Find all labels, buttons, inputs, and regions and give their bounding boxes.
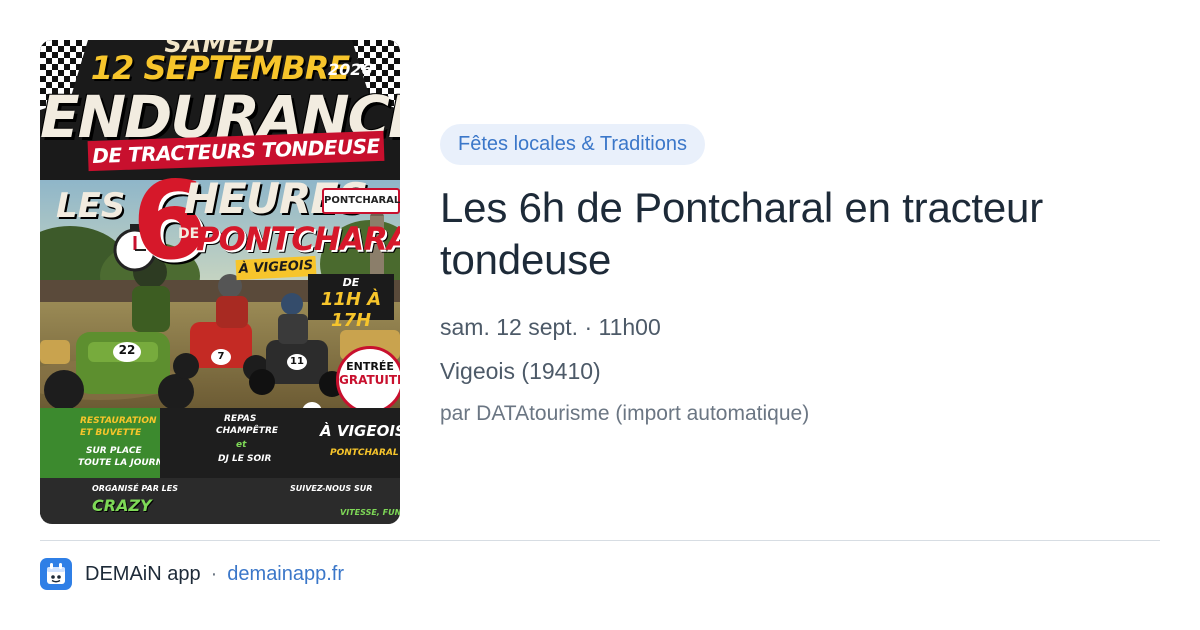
poster-organiser: ORGANISÉ PAR LES bbox=[92, 484, 178, 493]
poster-info-text: ET BUVETTE bbox=[80, 428, 142, 438]
poster-info-text: CHAMPÊTRE bbox=[216, 426, 279, 436]
poster-bottom-band: ORGANISÉ PAR LES CRAZY SUIVEZ-NOUS SUR V… bbox=[40, 478, 400, 524]
poster-info-food: RESTAURATION ET BUVETTE SUR PLACE TOUTE … bbox=[40, 408, 175, 478]
divider bbox=[40, 540, 1160, 541]
poster-info-text: RESTAURATION bbox=[80, 416, 157, 426]
poster-info-text: À VIGEOIS bbox=[320, 422, 400, 440]
poster-info-strip: RESTAURATION ET BUVETTE SUR PLACE TOUTE … bbox=[40, 408, 400, 478]
poster-hours-range: 11H À 17H bbox=[320, 289, 382, 331]
event-title[interactable]: Les 6h de Pontcharal en tracteur tondeus… bbox=[440, 182, 1160, 286]
poster-a-vigeois: À VIGEOIS bbox=[235, 255, 317, 281]
poster-crazy: CRAZY bbox=[92, 496, 152, 515]
app-domain-link[interactable]: demainapp.fr bbox=[227, 563, 344, 586]
poster-info-text: SUR PLACE bbox=[86, 446, 142, 456]
category-chip[interactable]: Fêtes locales & Traditions bbox=[440, 124, 705, 165]
poster-info-place: À VIGEOIS PONTCHARAL bbox=[284, 408, 400, 478]
event-location: Vigeois (19410) bbox=[440, 358, 601, 384]
event-source: par DATAtourisme (import automatique) bbox=[440, 402, 810, 425]
app-name: DEMAiN app bbox=[85, 562, 201, 585]
poster-kart-number: 22 bbox=[118, 343, 136, 357]
poster-info-text: PONTCHARAL bbox=[330, 448, 399, 458]
event-date: sam. 12 sept. · 11h00 bbox=[440, 314, 661, 340]
poster-road-sign: PONTCHARAL bbox=[322, 188, 400, 214]
app-logo-icon bbox=[43, 561, 69, 587]
share-card: SAMEDI 12 SEPTEMBRE 2026 ENDURANCE DE TR… bbox=[0, 0, 1200, 630]
footer-separator: · bbox=[210, 562, 218, 585]
poster-free-entry-badge: ENTRÉE GRATUITE bbox=[336, 346, 400, 414]
poster-badge-line1: ENTRÉE bbox=[346, 360, 394, 373]
poster-follow: SUIVEZ-NOUS SUR bbox=[290, 484, 373, 493]
poster-hours-de: DE bbox=[342, 276, 360, 289]
poster-kart-number: 11 bbox=[290, 356, 304, 367]
poster-hours: DE 11H À 17H bbox=[308, 274, 394, 331]
footer: DEMAiN app · demainapp.fr bbox=[40, 557, 344, 591]
poster-info-text: DJ LE SOIR bbox=[218, 454, 272, 464]
poster-slogan: VITESSE, FUN bbox=[340, 508, 400, 517]
poster-les: LES bbox=[56, 186, 126, 226]
poster-info-text: REPAS bbox=[224, 414, 257, 424]
poster-kart-number: 7 bbox=[217, 351, 225, 362]
demain-app-icon bbox=[40, 558, 72, 590]
poster-info-meal: REPAS CHAMPÊTRE et DJ LE SOIR bbox=[160, 408, 284, 478]
poster-year: 2026 bbox=[328, 60, 373, 79]
event-poster[interactable]: SAMEDI 12 SEPTEMBRE 2026 ENDURANCE DE TR… bbox=[40, 40, 400, 524]
poster-info-text: et bbox=[236, 440, 247, 450]
poster-badge-line2: GRATUITE bbox=[339, 372, 400, 387]
poster-pontcharal: PONTCHARAL bbox=[196, 220, 400, 258]
